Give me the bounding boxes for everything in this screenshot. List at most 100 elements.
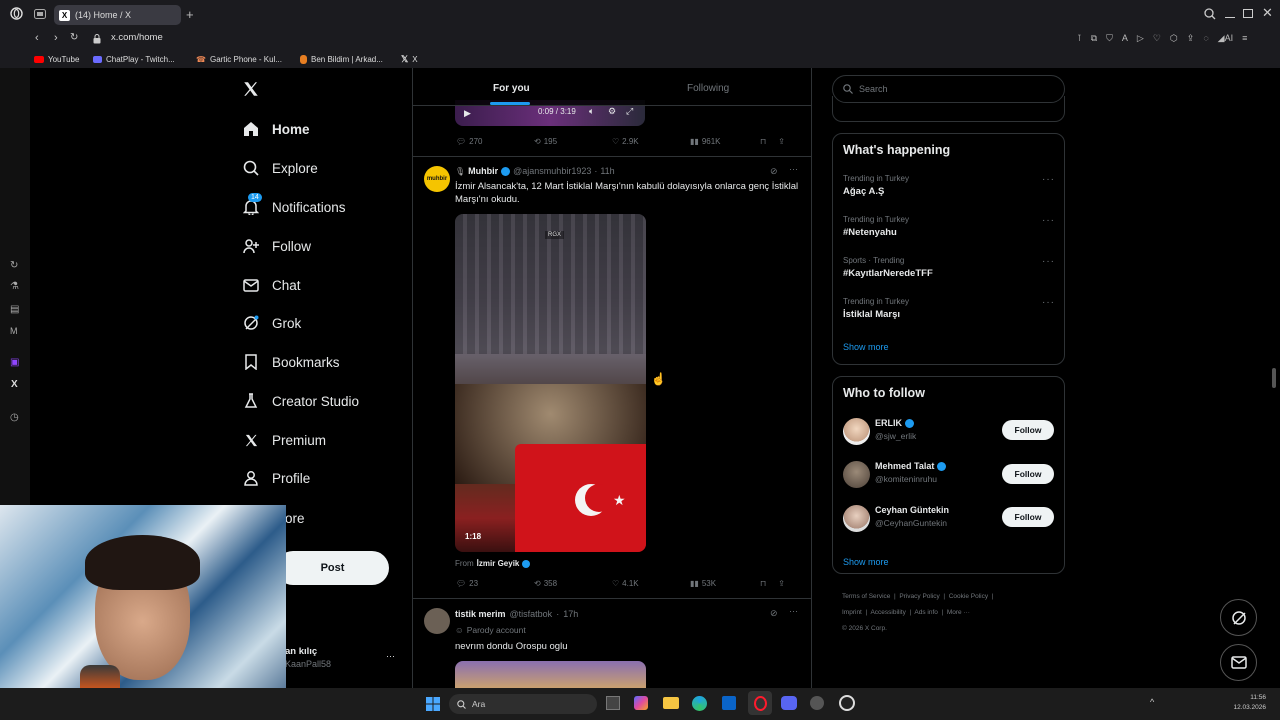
nav-chat[interactable]: Chat (242, 270, 301, 300)
nav-grok[interactable]: Grok (242, 308, 301, 338)
back-icon[interactable]: ‹ (35, 32, 39, 44)
windows-start-icon[interactable] (426, 697, 440, 711)
grok-analyze-icon[interactable]: ⊘ (770, 166, 778, 177)
discord-icon[interactable] (781, 696, 797, 710)
trend-more-icon[interactable]: ··· (1042, 256, 1055, 267)
steam-icon[interactable] (839, 695, 855, 711)
footer-link[interactable]: Ads info (914, 609, 938, 616)
translate-icon[interactable]: A (1122, 33, 1128, 44)
show-more-follow-link[interactable]: Show more (843, 557, 889, 567)
suggestion-user[interactable]: Ceyhan Güntekin @CeyhanGuntekin (875, 505, 949, 528)
play-icon[interactable]: ▷ (1137, 33, 1144, 44)
footer-link[interactable]: Terms of Service (842, 593, 890, 600)
share-tweet-icon[interactable]: ⇪ (778, 137, 785, 146)
tab-overview-icon[interactable] (34, 9, 46, 19)
extensions-icon[interactable]: ⬡ (1170, 33, 1178, 44)
reply-button[interactable]: 💬︎ 270 (456, 137, 534, 146)
show-more-trends-link[interactable]: Show more (843, 342, 889, 352)
footer-link[interactable]: More ··· (947, 609, 970, 616)
tweet2-media[interactable] (455, 661, 646, 688)
follow-button[interactable]: Follow (1002, 507, 1054, 527)
bookmark-tweet-icon[interactable]: ⊓ (760, 137, 766, 146)
tweet-time[interactable]: 11h (600, 166, 614, 176)
nav-home[interactable]: Home (242, 114, 310, 144)
opera-taskbar-icon[interactable] (748, 691, 772, 715)
account-more-icon[interactable]: ··· (386, 651, 395, 661)
bookmark-tweet-icon[interactable]: ⊓ (760, 579, 766, 588)
like-button[interactable]: ♡ 4.1K (612, 579, 690, 588)
trend-item[interactable]: Trending in Turkey #Netenyahu ··· (843, 215, 1055, 238)
repost-button[interactable]: ⟲ 195 (534, 137, 612, 146)
user-avatar[interactable] (843, 418, 870, 445)
notes-icon[interactable]: ▤ (10, 304, 19, 315)
trend-more-icon[interactable]: ··· (1042, 297, 1055, 308)
scrollbar-thumb[interactable] (1272, 368, 1276, 388)
follow-button[interactable]: Follow (1002, 420, 1054, 440)
bookmark-youtube[interactable]: YouTube (34, 55, 79, 64)
nav-bookmarks[interactable]: Bookmarks (242, 347, 340, 377)
views-button[interactable]: ▮▮ 53K (690, 579, 760, 588)
author-name[interactable]: tistik merim (455, 609, 506, 619)
user-avatar[interactable] (843, 505, 870, 532)
flask-sidebar-icon[interactable]: ⚗ (10, 281, 19, 292)
x-logo-icon[interactable] (242, 80, 260, 98)
history-icon[interactable]: ↻ (10, 260, 18, 271)
pin-icon[interactable]: ⊺ (1077, 33, 1082, 44)
bookmark-benbildim[interactable]: Ben Bildim | Arkad... (300, 54, 383, 64)
bookmark-gartic[interactable]: ☎ Gartic Phone - Kul... (196, 55, 282, 64)
repost-button[interactable]: ⟲ 358 (534, 579, 612, 588)
nav-creator-studio[interactable]: Creator Studio (242, 386, 359, 416)
footer-link[interactable]: Privacy Policy (899, 593, 939, 600)
trend-more-icon[interactable]: ··· (1042, 174, 1055, 185)
footer-link[interactable]: Imprint (842, 609, 862, 616)
reply-button[interactable]: 💬︎ 23 (456, 579, 534, 588)
footer-link[interactable]: Cookie Policy (949, 593, 988, 600)
heart-icon[interactable]: ♡ (1153, 33, 1161, 44)
clock-icon[interactable]: ◷ (10, 412, 19, 423)
tweet-more-icon[interactable]: ··· (789, 606, 798, 616)
settings-icon[interactable]: ⚙ (608, 106, 616, 117)
edge-icon[interactable] (692, 696, 707, 711)
file-explorer-icon[interactable] (663, 697, 679, 709)
play-icon[interactable]: ▶ (464, 108, 471, 119)
obs-icon[interactable] (810, 696, 824, 710)
volume-icon[interactable]: 🔈︎ (589, 106, 594, 117)
suggestion-user[interactable]: Mehmed Talat @komiteninruhu (875, 461, 947, 484)
author-name[interactable]: Muhbir (468, 166, 498, 176)
suggestion-user[interactable]: ERLIK @sjw_erlik (875, 418, 916, 441)
store-icon[interactable] (722, 696, 736, 710)
reload-icon[interactable]: ↻ (70, 32, 78, 43)
adblock-shield-icon[interactable]: ⛉ (1106, 33, 1113, 44)
nav-profile[interactable]: Profile (242, 463, 310, 493)
tab-for-you[interactable]: For you (493, 83, 530, 94)
author-handle[interactable]: @tisfatbok (510, 609, 553, 619)
minimize-icon[interactable] (1225, 8, 1235, 18)
bookmark-x[interactable]: 𝕏 X (401, 54, 418, 65)
share-tweet-icon[interactable]: ⇪ (778, 579, 785, 588)
tistik-avatar[interactable] (424, 608, 450, 634)
trend-more-icon[interactable]: ··· (1042, 215, 1055, 226)
footer-link[interactable]: Accessibility (870, 609, 905, 616)
menu-icon[interactable]: ≡ (1242, 33, 1247, 44)
author-handle[interactable]: @ajansmuhbir1923 (513, 166, 591, 176)
grok-analyze-icon[interactable]: ⊘ (770, 608, 778, 619)
x-sidebar-icon[interactable]: X (11, 379, 18, 390)
forward-icon[interactable]: › (54, 32, 58, 44)
post-button[interactable]: Post (276, 551, 389, 585)
new-tab-icon[interactable]: + (186, 7, 194, 22)
nav-more[interactable]: ore (285, 503, 305, 533)
opera-logo-icon[interactable] (10, 7, 23, 20)
m-app-icon[interactable]: M (10, 326, 18, 336)
bookmark-chatplay[interactable]: ChatPlay - Twitch... (93, 55, 175, 64)
fullscreen-icon[interactable]: ⤢ (626, 106, 633, 117)
task-view-icon[interactable] (606, 696, 620, 710)
copilot-icon[interactable] (634, 696, 648, 710)
nav-notifications[interactable]: 14 Notifications (242, 192, 346, 222)
restore-icon[interactable] (1243, 9, 1253, 18)
tweet-media-video[interactable]: RGX ★ 1:18 (455, 214, 646, 552)
nav-explore[interactable]: Explore (242, 153, 318, 183)
trend-item[interactable]: Trending in Turkey Ağaç A.Ş ··· (843, 174, 1055, 197)
aria-ai-icon[interactable]: ◢AI (1218, 33, 1233, 44)
tray-chevron-icon[interactable]: ^ (1150, 697, 1154, 707)
follow-button[interactable]: Follow (1002, 464, 1054, 484)
